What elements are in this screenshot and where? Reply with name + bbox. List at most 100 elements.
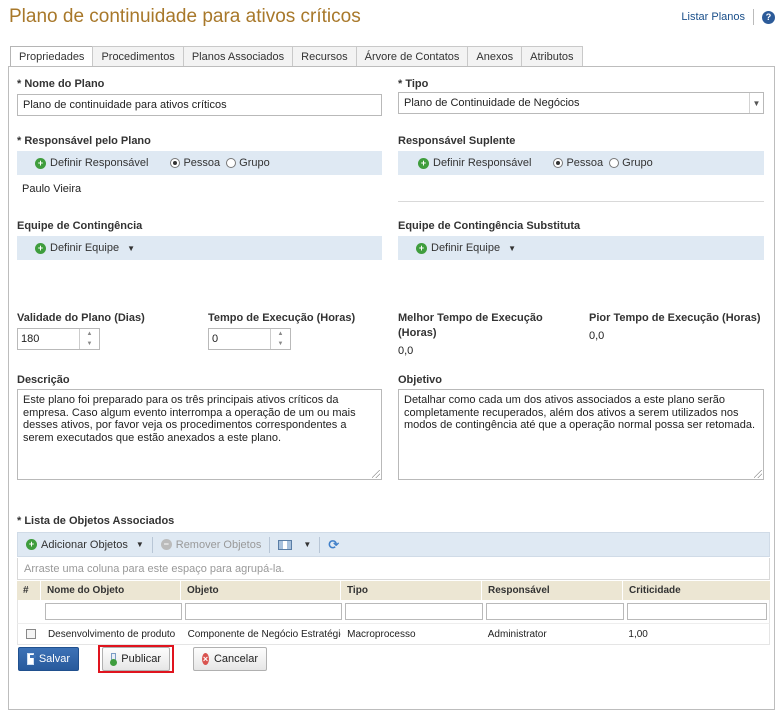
cell-object-name: Desenvolvimento de produto xyxy=(47,628,176,640)
caret-down-icon[interactable]: ▼ xyxy=(127,244,135,253)
divider xyxy=(398,201,764,202)
objective-textarea[interactable]: Detalhar como cada um dos ativos associa… xyxy=(398,389,764,480)
save-label: Salvar xyxy=(38,653,70,665)
validity-label: Validade do Plano (Dias) xyxy=(17,312,145,324)
tab-attributes[interactable]: Atributos xyxy=(521,46,583,66)
columns-button[interactable]: ▼ xyxy=(270,533,319,556)
substitute-define-button[interactable]: Definir Responsável xyxy=(433,157,531,169)
owner-person-label: Pessoa xyxy=(183,157,221,169)
filter-object-input[interactable] xyxy=(185,603,342,620)
column-header-owner[interactable]: Responsável xyxy=(482,581,623,600)
owner-define-button[interactable]: Definir Responsável xyxy=(50,157,148,169)
stepper-up-icon[interactable]: ▲ xyxy=(271,329,290,339)
validity-stepper[interactable]: 180 ▲ ▼ xyxy=(17,328,100,350)
cell-object: Componente de Negócio Estratégico xyxy=(187,628,342,640)
column-header-object-name[interactable]: Nome do Objeto xyxy=(41,581,181,600)
cancel-icon: × xyxy=(202,653,209,665)
remove-icon: − xyxy=(160,539,172,550)
exec-time-stepper[interactable]: 0 ▲ ▼ xyxy=(208,328,291,350)
type-select-value: Plano de Continuidade de Negócios xyxy=(404,97,580,109)
worst-time-value: 0,0 xyxy=(589,330,605,342)
owner-label: * Responsável pelo Plano xyxy=(17,135,151,147)
caret-down-icon[interactable]: ▼ xyxy=(136,540,144,549)
top-separator xyxy=(753,9,754,25)
row-checkbox[interactable] xyxy=(26,629,36,639)
row-select-cell xyxy=(18,629,42,639)
table-row[interactable]: Desenvolvimento de produto Componente de… xyxy=(17,623,770,645)
objective-label: Objetivo xyxy=(398,374,443,386)
tab-contact-tree[interactable]: Árvore de Contatos xyxy=(355,46,469,66)
substitute-owner-bar: + Definir Responsável Pessoa Grupo xyxy=(398,151,764,175)
cell-type: Macroprocesso xyxy=(347,628,416,640)
columns-icon xyxy=(278,539,293,550)
cancel-label: Cancelar xyxy=(213,653,258,665)
caret-down-icon[interactable]: ▼ xyxy=(508,244,516,253)
publish-highlight-box xyxy=(98,645,174,673)
filter-type-input[interactable] xyxy=(345,603,483,620)
team-define-button[interactable]: Definir Equipe xyxy=(50,242,119,254)
worst-time-label: Pior Tempo de Execução (Horas) xyxy=(589,312,761,324)
tab-bar: Propriedades Procedimentos Planos Associ… xyxy=(10,46,583,67)
plan-name-input[interactable]: Plano de continuidade para ativos crític… xyxy=(17,94,382,116)
stepper-up-icon[interactable]: ▲ xyxy=(80,329,99,339)
objects-toolbar: + Adicionar Objetos ▼ − Remover Objetos … xyxy=(17,532,770,557)
stepper-buttons[interactable]: ▲ ▼ xyxy=(270,329,290,349)
tab-properties[interactable]: Propriedades xyxy=(10,46,94,67)
refresh-button[interactable]: ⟳ xyxy=(320,533,347,556)
add-icon: + xyxy=(418,157,429,169)
best-time-label: Melhor Tempo de Execução xyxy=(398,312,543,324)
column-header-object[interactable]: Objeto xyxy=(181,581,341,600)
team-bar: + Definir Equipe ▼ xyxy=(17,236,382,260)
type-label: * Tipo xyxy=(398,78,429,90)
substitute-person-radio[interactable] xyxy=(553,158,564,168)
add-icon: + xyxy=(416,242,427,254)
substitute-team-define-button[interactable]: Definir Equipe xyxy=(431,242,500,254)
stepper-buttons[interactable]: ▲ ▼ xyxy=(79,329,99,349)
stepper-down-icon[interactable]: ▼ xyxy=(80,339,99,349)
validity-value: 180 xyxy=(21,333,40,345)
description-textarea[interactable]: Este plano foi preparado para os três pr… xyxy=(17,389,382,480)
objects-grid-filters xyxy=(17,600,770,623)
refresh-icon: ⟳ xyxy=(328,536,340,552)
add-objects-button[interactable]: + Adicionar Objetos ▼ xyxy=(18,533,152,556)
owner-value: Paulo Vieira xyxy=(22,183,82,195)
substitute-group-radio[interactable] xyxy=(609,158,620,168)
help-icon[interactable]: ? xyxy=(762,10,775,24)
cell-owner: Administrator xyxy=(487,628,547,640)
tab-attachments[interactable]: Anexos xyxy=(467,46,523,66)
substitute-team-bar: + Definir Equipe ▼ xyxy=(398,236,764,260)
plan-name-label: * Nome do Plano xyxy=(17,78,105,90)
exec-time-value: 0 xyxy=(212,333,219,345)
remove-objects-button[interactable]: − Remover Objetos xyxy=(153,533,270,556)
cancel-button[interactable]: × Cancelar xyxy=(193,647,267,671)
owner-person-radio[interactable] xyxy=(170,158,181,168)
substitute-person-label: Pessoa xyxy=(566,157,604,169)
type-select[interactable]: Plano de Continuidade de Negócios ▼ xyxy=(398,92,764,114)
owner-group-radio[interactable] xyxy=(226,158,237,168)
filter-criticality-input[interactable] xyxy=(627,603,767,620)
tab-resources[interactable]: Recursos xyxy=(292,46,357,66)
add-icon: + xyxy=(35,157,46,169)
owner-group-label: Grupo xyxy=(239,157,270,169)
owner-bar: + Definir Responsável Pessoa Grupo xyxy=(17,151,382,175)
stepper-down-icon[interactable]: ▼ xyxy=(271,339,290,349)
caret-down-icon[interactable]: ▼ xyxy=(303,540,311,549)
list-plans-link[interactable]: Listar Planos xyxy=(681,11,745,23)
filter-object-name-input[interactable] xyxy=(45,603,182,620)
save-icon xyxy=(27,653,36,665)
column-header-criticality[interactable]: Criticidade xyxy=(623,581,770,600)
filter-owner-input[interactable] xyxy=(486,603,624,620)
chevron-down-icon[interactable]: ▼ xyxy=(749,93,763,113)
save-button[interactable]: Salvar xyxy=(18,647,79,671)
column-header-index[interactable]: # xyxy=(17,581,41,600)
column-header-type[interactable]: Tipo xyxy=(341,581,482,600)
substitute-owner-label: Responsável Suplente xyxy=(398,135,516,147)
tab-procedures[interactable]: Procedimentos xyxy=(92,46,184,66)
description-text: Este plano foi preparado para os três pr… xyxy=(23,394,356,444)
tab-associated-plans[interactable]: Planos Associados xyxy=(182,46,294,66)
substitute-team-label: Equipe de Contingência Substituta xyxy=(398,220,581,232)
group-drop-zone[interactable]: Arraste uma coluna para este espaço para… xyxy=(17,558,770,580)
resize-grip-icon[interactable] xyxy=(754,470,762,478)
resize-grip-icon[interactable] xyxy=(372,470,380,478)
exec-time-label: Tempo de Execução (Horas) xyxy=(208,312,356,324)
